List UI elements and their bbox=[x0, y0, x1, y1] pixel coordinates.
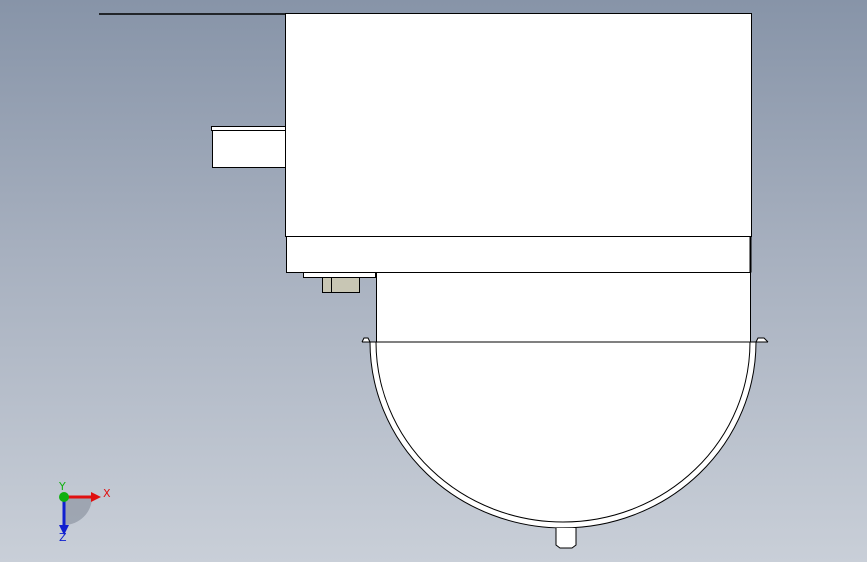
side-bracket[interactable] bbox=[211, 126, 286, 168]
y-axis-dot bbox=[59, 492, 69, 502]
z-axis-label: Z bbox=[59, 531, 67, 544]
dome-outer[interactable] bbox=[369, 341, 757, 529]
y-axis-label: Y bbox=[58, 480, 66, 493]
base-plate[interactable] bbox=[286, 236, 751, 273]
x-axis-label: X bbox=[103, 487, 111, 500]
x-axis-arrow bbox=[91, 492, 101, 502]
mounting-ledge[interactable] bbox=[303, 272, 376, 278]
main-housing[interactable] bbox=[285, 13, 752, 237]
coordinate-triad[interactable]: X Y Z bbox=[58, 480, 111, 544]
triad-shadow bbox=[64, 497, 92, 525]
dome-flange-left bbox=[361, 337, 371, 343]
model-drawing: X Y Z bbox=[58, 13, 769, 549]
neck-cylinder[interactable] bbox=[376, 272, 751, 343]
cad-viewport[interactable]: X Y Z bbox=[0, 0, 867, 562]
dome-flange-right bbox=[755, 337, 769, 343]
connector[interactable] bbox=[322, 277, 360, 293]
dome-bottom-nub[interactable] bbox=[555, 528, 577, 549]
